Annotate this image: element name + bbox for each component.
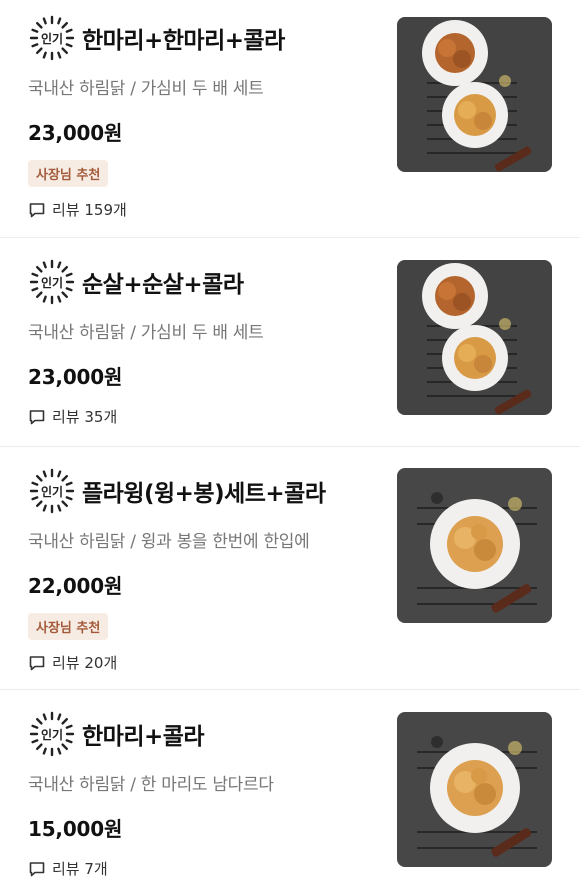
menu-item[interactable]: 인기 순살+순살+콜라 국내산 하림닭 / 가심비 두 배 세트 23,000원… (0, 238, 580, 447)
menu-price: 23,000원 (28, 121, 123, 145)
menu-item-info: 인기 한마리+한마리+콜라 국내산 하림닭 / 가심비 두 배 세트 23,00… (28, 0, 368, 220)
badge-label: 인기 (41, 31, 63, 46)
menu-description: 국내산 하림닭 / 가심비 두 배 세트 (28, 79, 264, 99)
menu-title: 플라윙(윙+봉)세트+콜라 (82, 481, 326, 507)
review-count[interactable]: 리뷰 7개 (28, 858, 368, 879)
chicken-wing-plate-image (397, 468, 552, 623)
menu-item-info: 인기 한마리+콜라 국내산 하림닭 / 한 마리도 남다르다 15,000원 리… (28, 690, 368, 879)
menu-description: 국내산 하림닭 / 한 마리도 남다르다 (28, 775, 274, 795)
menu-item-info: 인기 플라윙(윙+봉)세트+콜라 국내산 하림닭 / 윙과 봉을 한번에 한입에… (28, 447, 368, 673)
menu-item[interactable]: 인기 한마리+콜라 국내산 하림닭 / 한 마리도 남다르다 15,000원 리… (0, 690, 580, 896)
owner-recommend-badge: 사장님 추천 (28, 160, 109, 187)
comment-icon (28, 654, 46, 672)
review-count[interactable]: 리뷰 35개 (28, 406, 368, 427)
menu-price: 23,000원 (28, 365, 123, 389)
badge-label: 인기 (41, 727, 63, 742)
review-count-text: 리뷰 20개 (52, 654, 118, 672)
owner-recommend-badge: 사장님 추천 (28, 613, 109, 640)
menu-item[interactable]: 인기 한마리+한마리+콜라 국내산 하림닭 / 가심비 두 배 세트 23,00… (0, 0, 580, 238)
badge-label: 인기 (41, 275, 63, 290)
menu-thumbnail[interactable] (397, 468, 552, 623)
menu-description: 국내산 하림닭 / 가심비 두 배 세트 (28, 323, 264, 343)
menu-thumbnail[interactable] (397, 17, 552, 172)
menu-price: 15,000원 (28, 817, 123, 841)
menu-title-row: 인기 순살+순살+콜라 (28, 258, 368, 306)
popular-badge-icon: 인기 (28, 14, 76, 62)
review-count-text: 리뷰 159개 (52, 201, 127, 219)
menu-item[interactable]: 인기 플라윙(윙+봉)세트+콜라 국내산 하림닭 / 윙과 봉을 한번에 한입에… (0, 447, 580, 690)
menu-description: 국내산 하림닭 / 윙과 봉을 한번에 한입에 (28, 532, 310, 552)
chicken-two-plates-image (397, 17, 552, 172)
menu-title-row: 인기 플라윙(윙+봉)세트+콜라 (28, 467, 368, 515)
review-count-text: 리뷰 7개 (52, 860, 108, 878)
menu-title: 한마리+콜라 (82, 724, 205, 750)
popular-badge-icon: 인기 (28, 710, 76, 758)
review-count[interactable]: 리뷰 159개 (28, 199, 368, 220)
review-count[interactable]: 리뷰 20개 (28, 652, 368, 673)
popular-badge-icon: 인기 (28, 258, 76, 306)
popular-badge-icon: 인기 (28, 467, 76, 515)
menu-title: 한마리+한마리+콜라 (82, 28, 285, 54)
menu-thumbnail[interactable] (397, 712, 552, 867)
comment-icon (28, 860, 46, 878)
review-count-text: 리뷰 35개 (52, 408, 118, 426)
menu-item-info: 인기 순살+순살+콜라 국내산 하림닭 / 가심비 두 배 세트 23,000원… (28, 238, 368, 427)
menu-title-row: 인기 한마리+콜라 (28, 710, 368, 758)
chicken-plate-image (397, 712, 552, 867)
badge-label: 인기 (41, 484, 63, 499)
menu-thumbnail[interactable] (397, 260, 552, 415)
comment-icon (28, 201, 46, 219)
menu-price: 22,000원 (28, 574, 123, 598)
menu-title-row: 인기 한마리+한마리+콜라 (28, 14, 368, 62)
comment-icon (28, 408, 46, 426)
chicken-two-plates-image (397, 260, 552, 415)
menu-list: 인기 한마리+한마리+콜라 국내산 하림닭 / 가심비 두 배 세트 23,00… (0, 0, 580, 896)
menu-title: 순살+순살+콜라 (82, 272, 244, 298)
